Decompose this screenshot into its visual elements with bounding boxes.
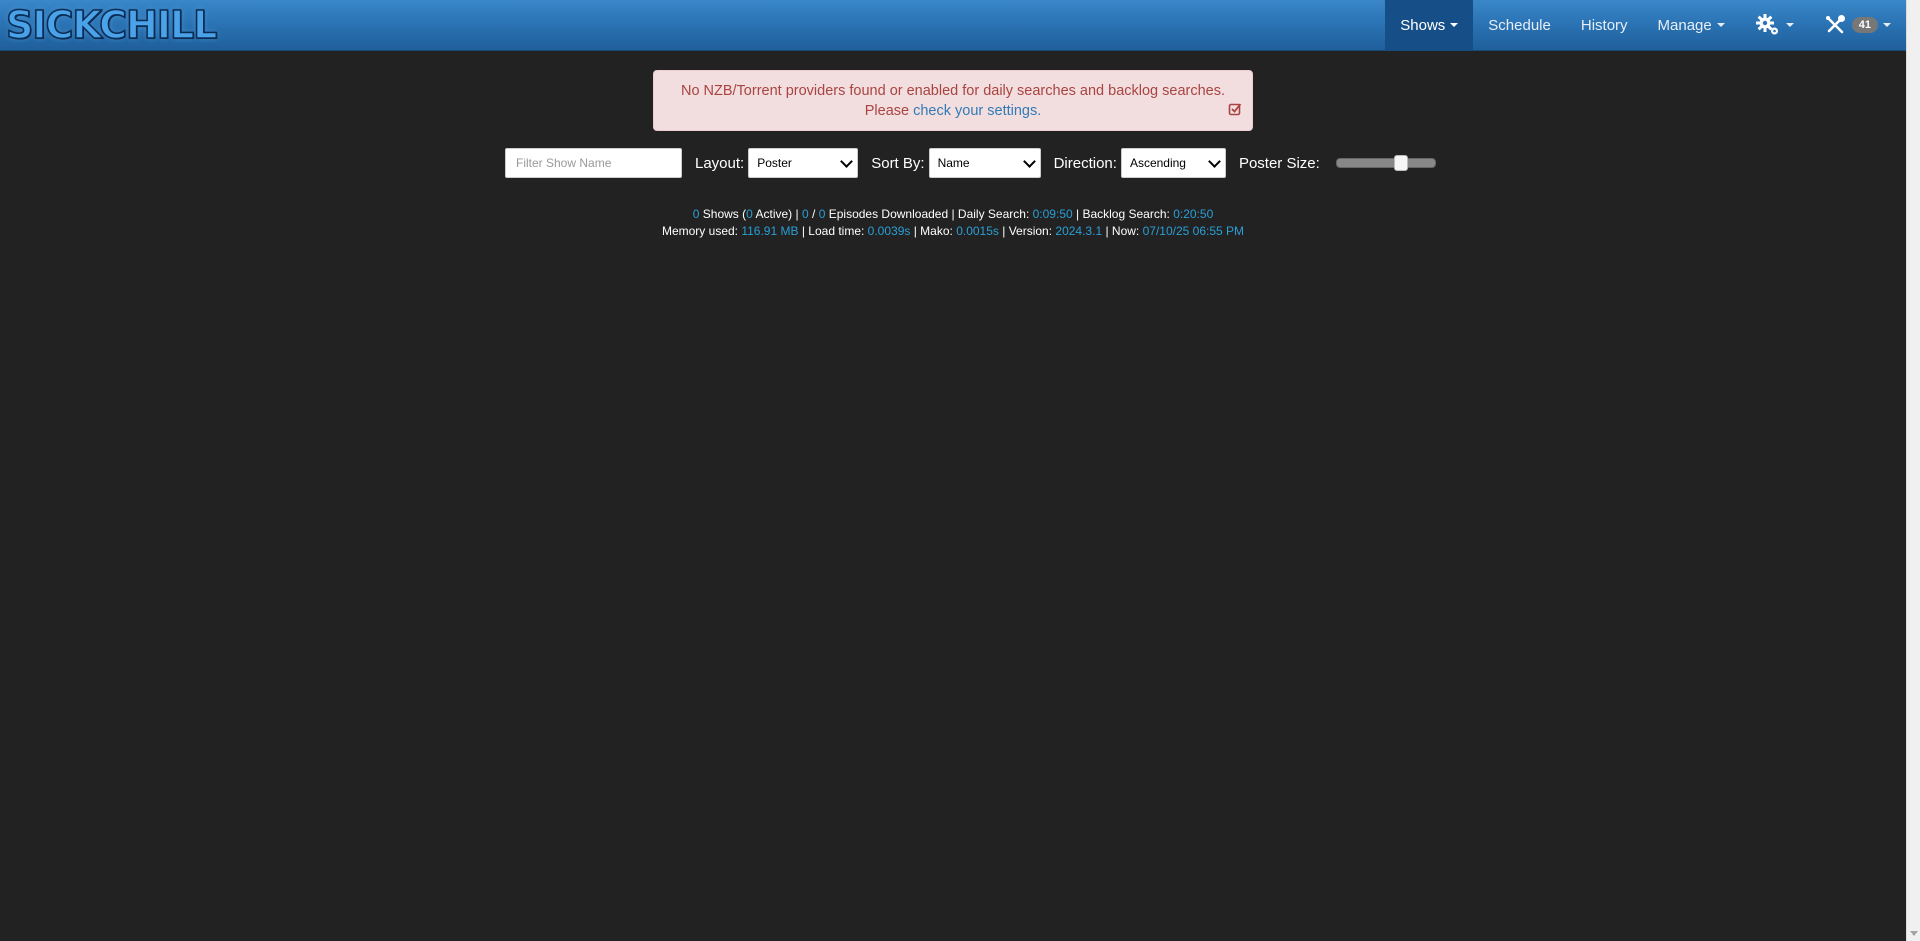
tools-icon <box>1825 15 1845 34</box>
nav-history[interactable]: History <box>1566 0 1643 50</box>
slash: / <box>812 207 816 221</box>
current-datetime: 07/10/25 06:55 PM <box>1142 224 1245 238</box>
episodes-label: Episodes Downloaded | Daily Search: <box>828 207 1030 221</box>
chevron-down-icon <box>1785 23 1794 27</box>
show-list-controls: Layout: Poster Sort By: Name Direction: … <box>505 148 1436 178</box>
layout-select[interactable]: Poster <box>748 148 859 178</box>
layout-select-value: Poster <box>757 156 792 170</box>
total-episodes-count: 0 <box>818 207 826 221</box>
filter-show-name-input[interactable] <box>505 148 682 178</box>
top-navbar: SICKCHILL Shows Schedule History Manage <box>0 0 1906 51</box>
provider-alert: No NZB/Torrent providers found or enable… <box>653 70 1253 131</box>
sort-by-select-value: Name <box>937 156 970 170</box>
footer-stats: 0 Shows (0 Active) | 0 / 0 Episodes Down… <box>0 206 1906 240</box>
shows-label: Shows ( <box>702 207 747 221</box>
nav-shows[interactable]: Shows <box>1385 0 1474 50</box>
alert-line-2: Please check your settings. <box>674 101 1232 121</box>
poster-size-slider-handle[interactable] <box>1393 155 1408 171</box>
load-label: | Load time: <box>801 224 865 238</box>
check-settings-link[interactable]: check your settings. <box>913 103 1041 119</box>
layout-label: Layout: <box>695 154 745 172</box>
poster-size-label: Poster Size: <box>1238 154 1320 172</box>
gear-icon <box>1755 14 1778 35</box>
stats-line-1: 0 Shows (0 Active) | 0 / 0 Episodes Down… <box>0 206 1906 223</box>
tools-badge: 41 <box>1851 17 1878 33</box>
nav-menu: Shows Schedule History Manage 41 <box>1385 0 1906 50</box>
active-count: 0 <box>746 207 753 221</box>
nav-manage[interactable]: Manage <box>1643 0 1740 50</box>
nav-config[interactable] <box>1740 0 1809 50</box>
mako-label: | Mako: <box>913 224 953 238</box>
scroll-down-arrow-icon[interactable] <box>1910 931 1918 936</box>
version-number: 2024.3.1 <box>1055 224 1103 238</box>
alert-line-2-prefix: Please <box>864 103 910 119</box>
nav-manage-label: Manage <box>1657 16 1712 34</box>
version-label: | Version: <box>1002 224 1053 238</box>
check-square-icon[interactable] <box>1228 102 1242 116</box>
chevron-down-icon <box>1022 154 1036 168</box>
chevron-down-icon <box>840 154 854 168</box>
direction-select[interactable]: Ascending <box>1120 148 1226 178</box>
nav-schedule-label: Schedule <box>1488 16 1551 34</box>
mako-time: 0.0015s <box>956 224 999 238</box>
sort-by-select[interactable]: Name <box>928 148 1041 178</box>
vertical-scrollbar[interactable] <box>1906 0 1920 941</box>
nav-tools[interactable]: 41 <box>1809 0 1906 50</box>
backlog-search-time: 0:20:50 <box>1173 207 1214 221</box>
load-time: 0.0039s <box>867 224 911 238</box>
daily-search-time: 0:09:50 <box>1032 207 1073 221</box>
direction-select-value: Ascending <box>1129 156 1186 170</box>
now-label: | Now: <box>1105 224 1140 238</box>
memory-label: Memory used: <box>661 224 738 238</box>
backlog-label: | Backlog Search: <box>1076 207 1170 221</box>
chevron-down-icon <box>1208 154 1221 168</box>
active-label: Active) | <box>755 207 799 221</box>
stats-line-2: Memory used: 116.91 MB | Load time: 0.00… <box>0 223 1906 240</box>
chevron-down-icon <box>1883 23 1891 27</box>
poster-size-slider[interactable] <box>1335 155 1436 171</box>
nav-history-label: History <box>1580 16 1628 34</box>
shows-count: 0 <box>692 207 700 221</box>
sickchill-logo[interactable]: SICKCHILL <box>5 2 218 48</box>
chevron-down-icon <box>1716 23 1725 27</box>
chevron-down-icon <box>1450 23 1459 27</box>
nav-shows-label: Shows <box>1400 16 1446 34</box>
direction-label: Direction: <box>1053 154 1117 172</box>
nav-schedule[interactable]: Schedule <box>1473 0 1566 50</box>
alert-line-1: No NZB/Torrent providers found or enable… <box>680 83 1226 99</box>
downloaded-count: 0 <box>801 207 809 221</box>
memory-used: 116.91 MB <box>741 224 799 238</box>
sort-by-label: Sort By: <box>871 154 925 172</box>
